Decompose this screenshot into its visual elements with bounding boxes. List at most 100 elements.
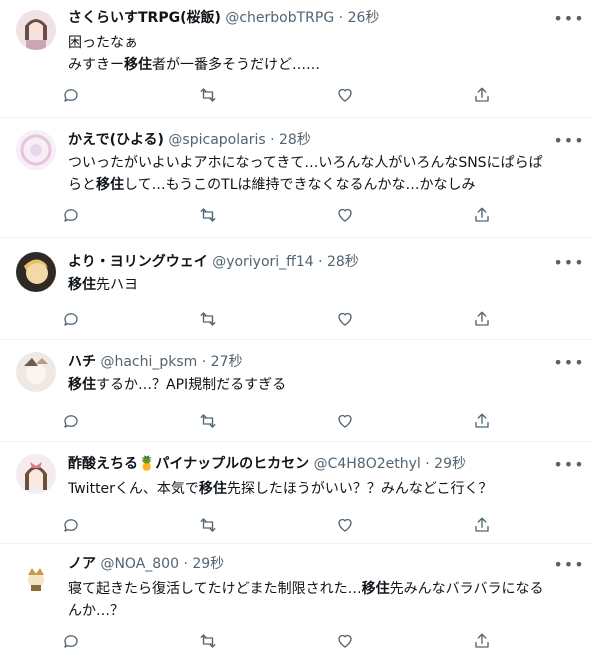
tweet-line: Twitterくん、本気で移住先探したほうがいい？？みんなどこ行く？ bbox=[68, 478, 571, 500]
handle[interactable]: @hachi_pksm bbox=[100, 354, 197, 370]
like-icon[interactable] bbox=[334, 84, 356, 106]
tweet-text: Twitterくん、本気で移住先探したほうがいい？？みんなどこ行く？ bbox=[68, 478, 571, 500]
tweet-line: みすきー移住者が一番多そうだけど…… bbox=[68, 54, 571, 76]
like-icon[interactable] bbox=[334, 308, 356, 330]
tweet-header: より・ヨリングウェイ @yoriyori_ff14 · 28秒 bbox=[68, 252, 553, 272]
more-horizontal-icon[interactable]: ••• bbox=[553, 554, 583, 574]
tweet-text: 困ったなぁ みすきー移住者が一番多そうだけど…… bbox=[68, 32, 571, 76]
share-icon[interactable] bbox=[471, 410, 493, 432]
tweet-actions bbox=[60, 514, 493, 536]
reply-icon[interactable] bbox=[60, 410, 82, 432]
avatar[interactable] bbox=[16, 252, 56, 292]
text-segment: して…もうこのTLは維持できなくなるんかな…かなしみ bbox=[124, 177, 476, 193]
like-icon[interactable] bbox=[334, 514, 356, 536]
handle[interactable]: @yoriyori_ff14 bbox=[212, 254, 313, 270]
tweet-line: 困ったなぁ bbox=[68, 32, 571, 54]
tweet-actions bbox=[60, 204, 493, 226]
text-segment: 困ったなぁ bbox=[68, 35, 138, 51]
timestamp[interactable]: 29秒 bbox=[434, 456, 466, 472]
separator: · bbox=[270, 132, 275, 148]
tweet-line: 寝て起きたら復活してたけどまた制限された…移住先みんなバラバラになる bbox=[68, 578, 571, 600]
highlighted-keyword: 移住 bbox=[68, 277, 96, 293]
text-segment: 先探したほうがいい？？みんなどこ行く？ bbox=[226, 481, 493, 497]
text-segment: 者が一番多そうだけど…… bbox=[152, 57, 320, 73]
tweet-actions bbox=[60, 84, 493, 106]
tweet-text: ついったがいよいよアホになってきて…いろんな人がいろんなSNSにぱらぱ らと移住… bbox=[68, 152, 571, 196]
like-icon[interactable] bbox=[334, 410, 356, 432]
tweet-header: かえで(ひよる) @spicapolaris · 28秒 bbox=[68, 130, 553, 150]
tweet-actions bbox=[60, 410, 493, 432]
display-name[interactable]: さくらいすTRPG(桜飯) bbox=[68, 10, 221, 26]
timestamp[interactable]: 26秒 bbox=[348, 10, 380, 26]
tweet[interactable]: ノア @NOA_800 · 29秒 ••• 寝て起きたら復活してたけどまた制限さ… bbox=[0, 544, 593, 664]
reply-icon[interactable] bbox=[60, 84, 82, 106]
separator: · bbox=[201, 354, 207, 370]
like-icon[interactable] bbox=[334, 204, 356, 226]
more-horizontal-icon[interactable]: ••• bbox=[553, 454, 583, 474]
more-horizontal-icon[interactable]: ••• bbox=[553, 130, 583, 150]
timestamp[interactable]: 28秒 bbox=[279, 132, 311, 148]
highlighted-keyword: 移住 bbox=[124, 57, 152, 73]
highlighted-keyword: 移住 bbox=[68, 377, 96, 393]
like-icon[interactable] bbox=[334, 630, 356, 652]
handle[interactable]: @cherbobTRPG bbox=[225, 10, 334, 26]
separator: · bbox=[425, 456, 430, 472]
reply-icon[interactable] bbox=[60, 204, 82, 226]
reply-icon[interactable] bbox=[60, 630, 82, 652]
more-horizontal-icon[interactable]: ••• bbox=[553, 252, 583, 272]
tweet[interactable]: 酢酸えちる🍍パイナップルのヒカセン @C4H8O2ethyl · 29秒 •••… bbox=[0, 442, 593, 544]
tweet-line: らと移住して…もうこのTLは維持できなくなるんかな…かなしみ bbox=[68, 174, 571, 196]
retweet-icon[interactable] bbox=[197, 84, 219, 106]
highlighted-keyword: 移住 bbox=[96, 177, 124, 193]
share-icon[interactable] bbox=[471, 204, 493, 226]
tweet-text: 移住先ハヨ bbox=[68, 274, 571, 296]
handle[interactable]: @spicapolaris bbox=[168, 132, 265, 148]
more-horizontal-icon[interactable]: ••• bbox=[553, 352, 583, 372]
tweet-header: さくらいすTRPG(桜飯) @cherbobTRPG · 26秒 bbox=[68, 8, 553, 28]
tweet-line: ついったがいよいよアホになってきて…いろんな人がいろんなSNSにぱらぱ bbox=[68, 152, 571, 174]
retweet-icon[interactable] bbox=[197, 630, 219, 652]
share-icon[interactable] bbox=[471, 84, 493, 106]
avatar[interactable] bbox=[16, 454, 56, 494]
avatar[interactable] bbox=[16, 352, 56, 392]
timestamp[interactable]: 28秒 bbox=[327, 254, 359, 270]
display-name[interactable]: ハチ bbox=[68, 354, 96, 370]
share-icon[interactable] bbox=[471, 308, 493, 330]
text-segment: 先ハヨ bbox=[96, 277, 138, 293]
reply-icon[interactable] bbox=[60, 514, 82, 536]
tweet[interactable]: さくらいすTRPG(桜飯) @cherbobTRPG · 26秒 ••• 困った… bbox=[0, 0, 593, 118]
separator: · bbox=[318, 254, 323, 270]
display-name[interactable]: より・ヨリングウェイ bbox=[68, 254, 208, 270]
avatar[interactable] bbox=[16, 558, 56, 598]
text-segment: らと bbox=[68, 177, 96, 193]
reply-icon[interactable] bbox=[60, 308, 82, 330]
display-name[interactable]: 酢酸えちる🍍パイナップルのヒカセン bbox=[68, 456, 309, 472]
handle[interactable]: @C4H8O2ethyl bbox=[314, 456, 421, 472]
avatar[interactable] bbox=[16, 10, 56, 50]
handle[interactable]: @NOA_800 bbox=[100, 556, 179, 572]
retweet-icon[interactable] bbox=[197, 204, 219, 226]
text-segment: んか…？ bbox=[68, 603, 124, 619]
more-horizontal-icon[interactable]: ••• bbox=[553, 8, 583, 28]
tweet[interactable]: ハチ @hachi_pksm · 27秒 ••• 移住するか…？API規制だるす… bbox=[0, 340, 593, 442]
tweet-actions bbox=[60, 630, 493, 652]
text-segment: するか…？API規制だるすぎる bbox=[96, 377, 287, 393]
share-icon[interactable] bbox=[471, 630, 493, 652]
retweet-icon[interactable] bbox=[197, 308, 219, 330]
separator: · bbox=[183, 556, 188, 572]
retweet-icon[interactable] bbox=[197, 514, 219, 536]
tweet[interactable]: より・ヨリングウェイ @yoriyori_ff14 · 28秒 ••• 移住先ハ… bbox=[0, 238, 593, 340]
separator: · bbox=[338, 10, 344, 26]
retweet-icon[interactable] bbox=[197, 410, 219, 432]
tweet-actions bbox=[60, 308, 493, 330]
display-name[interactable]: ノア bbox=[68, 556, 96, 572]
timestamp[interactable]: 29秒 bbox=[192, 556, 224, 572]
avatar[interactable] bbox=[16, 130, 56, 170]
display-name[interactable]: かえで(ひよる) bbox=[68, 132, 164, 148]
timestamp[interactable]: 27秒 bbox=[211, 354, 243, 370]
tweet-text: 寝て起きたら復活してたけどまた制限された…移住先みんなバラバラになる んか…？ bbox=[68, 578, 571, 622]
highlighted-keyword: 移住 bbox=[361, 581, 390, 597]
tweet[interactable]: かえで(ひよる) @spicapolaris · 28秒 ••• ついったがいよ… bbox=[0, 118, 593, 238]
tweet-header: 酢酸えちる🍍パイナップルのヒカセン @C4H8O2ethyl · 29秒 bbox=[68, 454, 553, 474]
share-icon[interactable] bbox=[471, 514, 493, 536]
